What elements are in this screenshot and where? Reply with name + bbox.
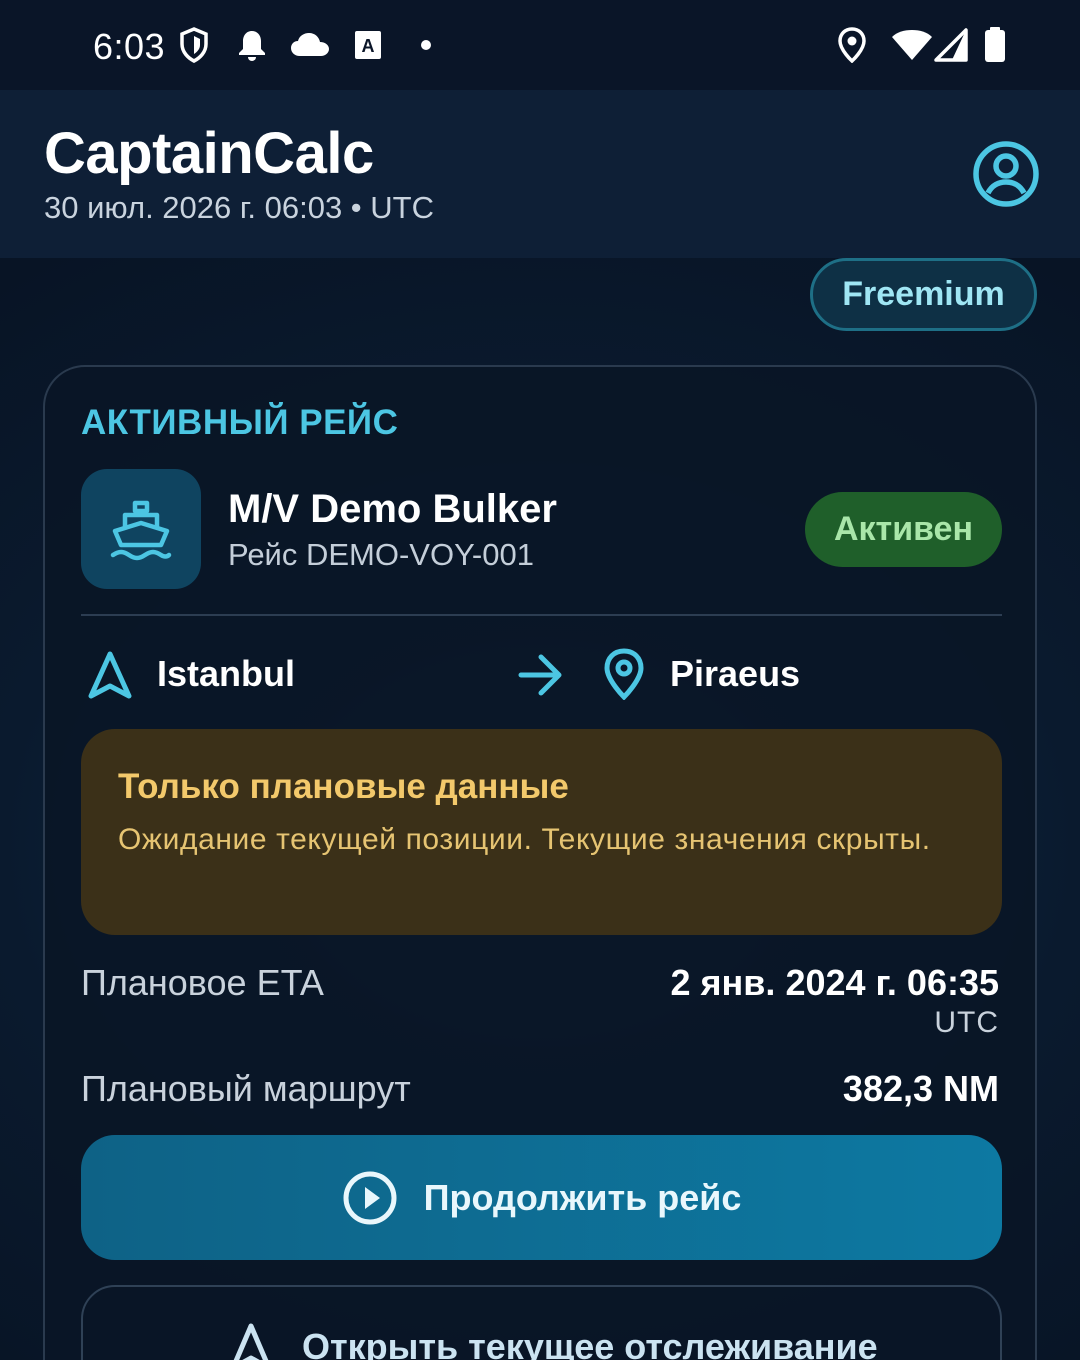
plan-chip[interactable]: Freemium xyxy=(810,258,1037,331)
font-a-icon: A xyxy=(354,26,382,64)
planned-data-warning: Только плановые данные Ожидание текущей … xyxy=(81,729,1002,935)
battery-icon xyxy=(983,26,1007,64)
navigation-arrow-icon xyxy=(88,651,132,699)
play-circle-icon xyxy=(343,1171,397,1224)
status-time: 6:03 xyxy=(93,26,166,67)
dot-icon xyxy=(418,26,434,64)
signal-icon xyxy=(933,26,969,64)
status-badge: Активен xyxy=(805,492,1002,567)
profile-button[interactable] xyxy=(972,140,1040,208)
location-pin-icon xyxy=(604,648,644,700)
app-screen: 6:03 A CaptainCalc 30 июл. 2026 г. 06:03… xyxy=(0,0,1080,1360)
open-tracking-label: Открыть текущее отслеживание xyxy=(302,1326,878,1360)
warning-text: Ожидание текущей позиции. Текущие значен… xyxy=(118,823,931,856)
continue-voyage-label: Продолжить рейс xyxy=(423,1176,742,1218)
route-destination: Piraeus xyxy=(670,653,801,694)
arrow-right-icon xyxy=(518,654,562,696)
route-distance-label: Плановый маршрут xyxy=(81,1068,411,1109)
continue-voyage-button[interactable]: Продолжить рейс xyxy=(81,1135,1002,1260)
navigation-arrow-icon xyxy=(233,1323,269,1360)
vessel-name: M/V Demo Bulker xyxy=(228,487,557,531)
app-subtitle: 30 июл. 2026 г. 06:03 • UTC xyxy=(44,190,434,225)
eta-value: 2 янв. 2024 г. 06:35 xyxy=(670,962,999,1003)
active-voyage-card: АКТИВНЫЙ РЕЙС M/V Demo Bulker Рейс DEMO-… xyxy=(43,365,1037,1360)
eta-unit: UTC xyxy=(934,1006,999,1039)
voyage-number: Рейс DEMO-VOY-001 xyxy=(228,537,534,572)
svg-text:A: A xyxy=(362,36,375,56)
route-distance-value: 382,3 NM xyxy=(842,1068,999,1109)
eta-label: Плановое ETA xyxy=(81,962,324,1003)
wifi-icon xyxy=(890,26,934,64)
section-label: АКТИВНЫЙ РЕЙС xyxy=(81,403,399,442)
location-pin-icon xyxy=(836,26,868,64)
ship-icon xyxy=(110,500,172,561)
warning-title: Только плановые данные xyxy=(118,767,569,806)
app-bar: CaptainCalc 30 июл. 2026 г. 06:03 • UTC xyxy=(0,90,1080,258)
app-title: CaptainCalc xyxy=(44,121,374,186)
cloud-icon xyxy=(289,26,331,64)
status-bar: 6:03 A xyxy=(0,0,1080,90)
shield-icon xyxy=(177,26,211,64)
route-origin: Istanbul xyxy=(157,653,296,694)
bell-icon xyxy=(236,26,268,64)
open-tracking-button[interactable]: Открыть текущее отслеживание xyxy=(81,1285,1002,1360)
account-circle-icon xyxy=(973,141,1039,207)
ship-avatar xyxy=(81,469,201,589)
divider xyxy=(81,614,1002,616)
